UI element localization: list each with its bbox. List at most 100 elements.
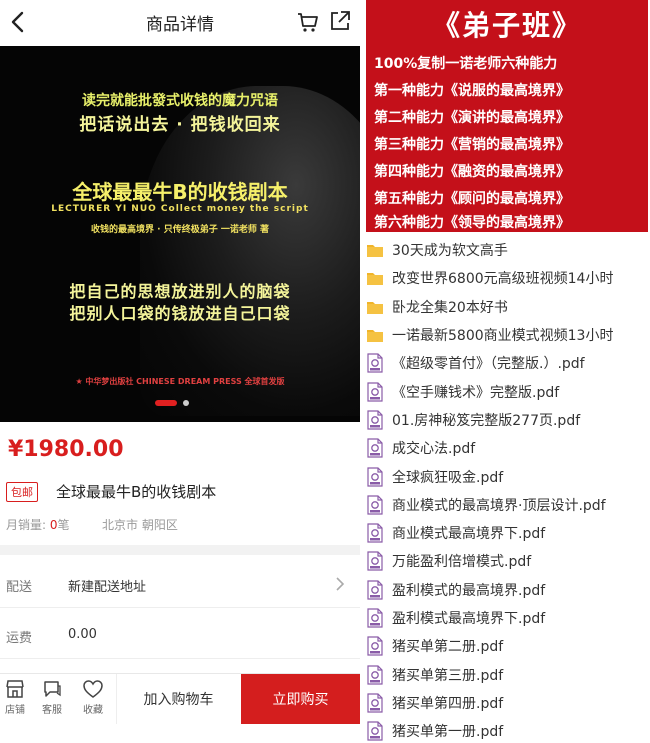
file-name: 猪买单第一册.pdf: [392, 724, 504, 741]
pdf-file-icon: [367, 495, 383, 515]
pdf-file-icon: [367, 466, 383, 487]
top-bar: 商品详情: [0, 0, 360, 44]
file-list: 30天成为软文高手改变世界6800元高级班视频14小时卧龙全集20本好书一诺最新…: [366, 236, 650, 743]
carousel-indicator[interactable]: [155, 400, 189, 406]
store-icon: [6, 680, 24, 698]
favorite-button[interactable]: 收藏: [78, 678, 108, 716]
carousel-dot-active[interactable]: [155, 400, 177, 406]
poster-line: 第三种能力《营销的最高境界》: [374, 137, 570, 153]
section-divider: [0, 545, 360, 555]
monthly-sales: 月销量: 0笔: [6, 516, 70, 533]
banner-book-title: 全球最最牛B的收钱剧本: [72, 180, 288, 204]
chevron-right-icon: [336, 577, 345, 591]
file-name: 盈利模式的最高境界.pdf: [392, 582, 546, 599]
favorite-label: 收藏: [83, 705, 103, 716]
freight-value: 0.00: [68, 627, 97, 642]
folder-icon: [367, 245, 383, 258]
pdf-file-icon: [367, 353, 383, 373]
buy-now-button[interactable]: 立即购买: [241, 674, 360, 724]
poster-line: 100%复制一诺老师六种能力: [374, 56, 558, 72]
file-name: 30天成为软文高手: [392, 243, 508, 260]
poster-title: 《弟子班》: [431, 9, 582, 42]
freight-row: 运费 0.00: [0, 613, 360, 659]
file-name: 全球疯狂吸金.pdf: [392, 469, 504, 486]
pdf-file-icon: [367, 551, 383, 572]
poster-line: 第二种能力《演讲的最高境界》: [374, 110, 570, 126]
pdf-file-icon: [367, 636, 383, 656]
product-page: 商品详情 读完就能批發式收钱的魔力咒语 把话说出去 · 把钱收回来 全球最最牛B…: [0, 0, 360, 743]
list-item[interactable]: 猪买单第四册.pdf: [366, 689, 650, 717]
list-item[interactable]: 一诺最新5800商业模式视频13小时: [366, 321, 650, 349]
banner-quote-1: 把自己的思想放进别人的脑袋: [69, 282, 291, 301]
list-item[interactable]: 《空手赚钱术》完整版.pdf: [366, 377, 650, 405]
pdf-file-icon: [367, 693, 383, 713]
page-title: 商品详情: [146, 14, 214, 35]
list-item[interactable]: 《超级零首付》（完整版.）.pdf: [366, 349, 650, 377]
pdf-file-icon: [367, 438, 383, 458]
list-item[interactable]: 改变世界6800元高级班视频14小时: [366, 264, 650, 292]
file-name: 01.房神秘笈完整版277页.pdf: [392, 412, 581, 429]
shipping-label: 配送: [6, 580, 33, 595]
file-name: 商业模式最高境界下.pdf: [392, 526, 546, 543]
banner-publisher: ★ 中华梦出版社 CHINESE DREAM PRESS 全球首发版: [75, 377, 285, 386]
list-item[interactable]: 商业模式的最高境界·顶层设计.pdf: [366, 491, 650, 519]
file-name: 一诺最新5800商业模式视频13小时: [392, 328, 614, 345]
file-name: 猪买单第四册.pdf: [392, 695, 504, 712]
file-name: 成交心法.pdf: [392, 441, 476, 458]
list-item[interactable]: 成交心法.pdf: [366, 434, 650, 462]
store-button[interactable]: 店铺: [0, 678, 30, 716]
list-item[interactable]: 盈利模式的最高境界.pdf: [366, 576, 650, 604]
back-icon[interactable]: [6, 9, 32, 35]
pdf-file-icon: [367, 580, 383, 600]
carousel-dot[interactable]: [183, 400, 189, 406]
list-item[interactable]: 万能盈利倍增模式.pdf: [366, 547, 650, 575]
file-name: 盈利模式最高境界下.pdf: [392, 611, 546, 627]
list-item[interactable]: 盈利模式最高境界下.pdf: [366, 604, 650, 632]
shipping-row[interactable]: 配送 新建配送地址: [0, 562, 360, 608]
file-name: 改变世界6800元高级班视频14小时: [392, 271, 614, 288]
list-item[interactable]: 卧龙全集20本好书: [366, 293, 650, 321]
folder-icon: [367, 301, 383, 314]
service-button[interactable]: 客服: [37, 678, 67, 716]
free-shipping-badge: 包邮: [6, 482, 38, 502]
poster-line: 第四种能力《融资的最高境界》: [374, 164, 570, 180]
folder-icon: [367, 273, 383, 286]
freight-label: 运费: [6, 631, 33, 646]
list-item[interactable]: 猪买单第三册.pdf: [366, 660, 650, 688]
sales-value: 0: [49, 518, 58, 532]
sales-unit: 笔: [57, 518, 70, 532]
file-name: 商业模式的最高境界·顶层设计.pdf: [392, 497, 606, 514]
banner-quote-2: 把别人口袋的钱放进自己口袋: [69, 304, 291, 323]
pdf-file-icon: [367, 523, 383, 543]
list-item[interactable]: 猪买单第一册.pdf: [366, 717, 650, 743]
file-name: 《超级零首付》（完整版.）.pdf: [392, 356, 585, 373]
banner-english-line: LECTURER YI NUO Collect money the script: [51, 204, 309, 214]
product-price: ¥1980.00: [8, 437, 124, 462]
list-item[interactable]: 商业模式最高境界下.pdf: [366, 519, 650, 547]
poster-line: 第五种能力《顾问的最高境界》: [374, 191, 570, 207]
list-item[interactable]: 猪买单第二册.pdf: [366, 632, 650, 660]
sales-label: 月销量:: [6, 518, 50, 532]
service-label: 客服: [42, 705, 62, 716]
store-label: 店铺: [5, 705, 25, 716]
product-image-carousel[interactable]: 读完就能批發式收钱的魔力咒语 把话说出去 · 把钱收回来 全球最最牛B的收钱剧本…: [0, 46, 360, 422]
file-name: 猪买单第三册.pdf: [392, 667, 504, 684]
list-item[interactable]: 30天成为软文高手: [366, 236, 650, 264]
share-icon[interactable]: [328, 9, 352, 33]
add-to-cart-button[interactable]: 加入购物车: [116, 674, 240, 724]
list-item[interactable]: 全球疯狂吸金.pdf: [366, 462, 650, 490]
chat-icon: [44, 681, 61, 697]
banner-subslogan: 把话说出去 · 把钱收回来: [79, 115, 281, 135]
seller-location: 北京市 朝阳区: [102, 518, 178, 532]
pdf-file-icon: [367, 664, 383, 685]
pdf-file-icon: [367, 721, 383, 741]
heart-icon: [83, 680, 103, 698]
product-name: 全球最最牛B的收钱剧本: [56, 483, 217, 501]
list-item[interactable]: 01.房神秘笈完整版277页.pdf: [366, 406, 650, 434]
bottom-action-bar: 店铺 客服 收藏 加入购物车 立即购买: [0, 673, 360, 724]
portrait-silhouette: [140, 86, 360, 416]
pdf-file-icon: [367, 608, 383, 628]
file-name: 《空手赚钱术》完整版.pdf: [392, 384, 560, 401]
cart-icon[interactable]: [296, 10, 320, 34]
pdf-file-icon: [367, 410, 383, 430]
